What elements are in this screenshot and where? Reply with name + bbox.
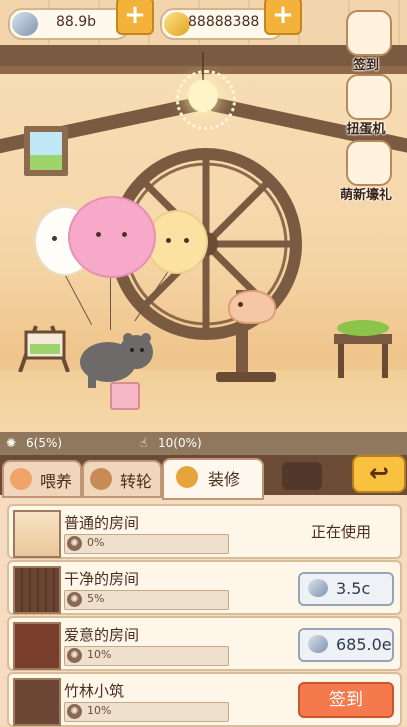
- wheel-stat: 6(5%): [26, 436, 63, 450]
- checkin-button[interactable]: 签到: [336, 10, 396, 76]
- room-progress-bar: ✺ 0%: [64, 534, 229, 554]
- plant-pot-icon: [176, 466, 198, 488]
- tab-decorate[interactable]: 装修: [162, 458, 264, 500]
- food-bowl-icon: [10, 468, 32, 490]
- stats-bar: ✺ 6(5%) ☝ 10(0%): [0, 432, 407, 456]
- gacha-machine-icon: [346, 74, 392, 120]
- tap-stat: 10(0%): [158, 436, 202, 450]
- buy-room-button[interactable]: 685.0e: [298, 628, 394, 662]
- room-progress: 10%: [87, 648, 112, 661]
- newbie-gift-icon: [346, 140, 392, 186]
- newbie-gift-button[interactable]: 萌新壕礼: [336, 140, 396, 206]
- painting-easel: [18, 325, 70, 372]
- tab-feed-label: 喂养: [40, 472, 73, 491]
- wheel-speed-icon: ✺: [67, 704, 82, 719]
- list-item-room-bamboo: 竹林小筑 ✺ 10% 签到: [7, 672, 402, 727]
- room-name: 竹林小筑: [64, 682, 125, 700]
- room-price: 3.5c: [336, 579, 371, 598]
- tab-decorate-label: 装修: [208, 470, 241, 489]
- tap-icon: ☝: [140, 436, 148, 450]
- room-progress-bar: ✺ 5%: [64, 590, 229, 610]
- hamster-character[interactable]: [228, 290, 276, 324]
- checkin-label: 签到: [352, 58, 379, 73]
- room-progress-bar: ✺ 10%: [64, 646, 229, 666]
- wheel-speed-icon: ✺: [67, 536, 82, 551]
- add-seeds-button[interactable]: +: [116, 0, 154, 35]
- seed-icon: [12, 12, 38, 36]
- tab-slot: [282, 462, 322, 490]
- plant-table: [334, 320, 392, 378]
- gacha-button[interactable]: 扭蛋机: [336, 74, 396, 140]
- grey-bear-character[interactable]: [78, 328, 160, 388]
- room-thumbnail: [13, 510, 61, 558]
- light-bulb-icon[interactable]: [188, 80, 218, 112]
- balloon-string: [62, 269, 93, 325]
- room-name: 普通的房间: [64, 514, 140, 532]
- room-progress: 0%: [87, 536, 105, 549]
- pink-bear-balloon: [68, 196, 156, 278]
- seed-currency-pill: 88.9b: [8, 8, 130, 40]
- wall-window: [24, 126, 68, 176]
- seed-amount: 88.9b: [56, 14, 97, 30]
- wheel-speed-icon: ✺: [67, 648, 82, 663]
- buy-room-button[interactable]: 3.5c: [298, 572, 394, 606]
- room-name: 干净的房间: [64, 570, 140, 588]
- wheel-stand-base: [216, 372, 276, 382]
- list-item-room-normal: 普通的房间 ✺ 0% 正在使用: [7, 504, 402, 559]
- room-price: 685.0e: [336, 635, 392, 654]
- tab-wheel[interactable]: 转轮: [82, 460, 162, 498]
- wheel-speed-icon: ✺: [67, 592, 82, 607]
- gift-box-icon[interactable]: [110, 382, 140, 410]
- list-item-room-clean: 干净的房间 ✺ 5% 3.5c: [7, 560, 402, 615]
- add-coins-button[interactable]: +: [264, 0, 302, 35]
- room-thumbnail: [13, 622, 61, 670]
- list-item-room-love: 爱意的房间 ✺ 10% 685.0e: [7, 616, 402, 671]
- tab-feed[interactable]: 喂养: [2, 460, 82, 498]
- balloon-string: [110, 272, 111, 330]
- gacha-label: 扭蛋机: [346, 122, 386, 137]
- wheel-speed-icon: ✺: [6, 436, 17, 450]
- wheel-icon: [90, 468, 112, 490]
- coin-amount: 88888388: [188, 14, 260, 30]
- tab-wheel-label: 转轮: [120, 472, 153, 491]
- seed-icon: [308, 635, 328, 653]
- calendar-icon: [346, 10, 392, 56]
- back-arrow-icon[interactable]: ↩: [352, 455, 406, 493]
- room-progress: 5%: [87, 592, 105, 605]
- room-progress-bar: ✺ 10%: [64, 702, 229, 722]
- room-progress: 10%: [87, 704, 112, 717]
- room-name: 爱意的房间: [64, 626, 140, 644]
- room-thumbnail: [13, 566, 61, 614]
- sunflower-seed-icon: [164, 12, 190, 36]
- room-thumbnail: [13, 678, 61, 726]
- seed-icon: [308, 579, 328, 597]
- newbie-gift-label: 萌新壕礼: [339, 188, 392, 203]
- in-use-status: 正在使用: [311, 523, 372, 541]
- checkin-room-button[interactable]: 签到: [298, 682, 394, 718]
